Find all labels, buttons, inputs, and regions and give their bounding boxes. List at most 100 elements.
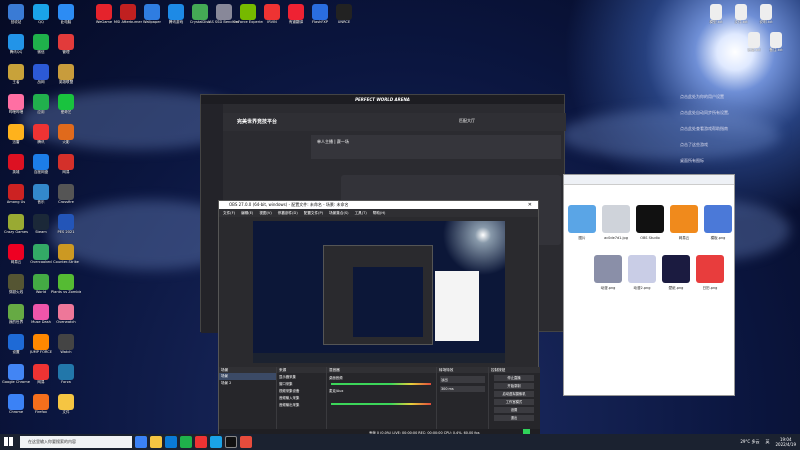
desktop-icon[interactable]: 迅雷: [2, 124, 30, 154]
wechat-icon[interactable]: [180, 436, 192, 448]
desktop-icon[interactable]: 穿越火线: [2, 274, 30, 304]
desktop-file-icon[interactable]: 模型.txt: [702, 4, 730, 34]
file-thumbnail[interactable]: [670, 205, 698, 233]
desktop-icon[interactable]: Firefox: [27, 394, 55, 424]
desktop-icon[interactable]: 腾讯: [27, 124, 55, 154]
scenes-panel[interactable]: 场景 场景 场景 2: [219, 367, 277, 429]
controls-panel[interactable]: 控制按钮 停止直播 开始录制 启动虚拟摄像机 工作室模式 设置 退出: [489, 367, 540, 429]
file-thumbnail[interactable]: [636, 205, 664, 233]
game-room-bar[interactable]: 单人主播 | 赛一场: [311, 135, 561, 159]
transitions-panel[interactable]: 转场特效 淡出 300 ms: [437, 367, 489, 429]
desktop-icon[interactable]: PES 2021: [52, 214, 80, 244]
desktop-icon[interactable]: 管理: [52, 34, 80, 64]
obs-menu-item[interactable]: 帮助(H): [373, 211, 386, 216]
obs-control-button[interactable]: 停止直播: [494, 375, 534, 381]
obs-control-button[interactable]: 工作室模式: [494, 399, 534, 405]
file-explorer-window[interactable]: 图片 ac0de7d1.jpg OBS Studio 网易云 模板.png 动漫.png 动…: [563, 174, 735, 396]
desktop-icon[interactable]: 网易云: [2, 244, 30, 274]
desktop-icon[interactable]: 音乐: [27, 184, 55, 214]
desktop-icon[interactable]: 英雄: [2, 154, 30, 184]
explorer-toolbar[interactable]: [564, 175, 734, 185]
input-language[interactable]: 英: [765, 439, 769, 445]
source-item[interactable]: 窗口采集: [277, 380, 326, 387]
desktop-icon[interactable]: UNRCE: [330, 4, 358, 34]
desktop-icon[interactable]: Plants vs Zombies: [51, 274, 81, 304]
source-item[interactable]: 音频输入采集: [277, 394, 326, 401]
desktop-file-icon[interactable]: 文件.txt: [727, 4, 755, 34]
desktop-icon[interactable]: 微信: [27, 34, 55, 64]
desktop-icon[interactable]: Crossfire: [52, 184, 80, 214]
desktop-icon[interactable]: 英雄联盟: [52, 64, 80, 94]
file-thumbnail[interactable]: [594, 255, 622, 283]
edge-icon[interactable]: [135, 436, 147, 448]
obs-menu-item[interactable]: 文件(F): [223, 211, 235, 216]
scene-item[interactable]: 场景 2: [219, 380, 276, 387]
desktop-icon[interactable]: 哔哩哔哩: [2, 94, 30, 124]
desktop-icon[interactable]: Muse Dash: [27, 304, 55, 334]
desktop-icon[interactable]: Overwatch: [52, 304, 80, 334]
file-thumbnail[interactable]: [696, 255, 724, 283]
obs-menu-item[interactable]: 配置文件(P): [304, 211, 323, 216]
desktop-icon[interactable]: 百度网盘: [27, 154, 55, 184]
obs-menu-item[interactable]: 工具(T): [355, 211, 367, 216]
game-lobby[interactable]: 匹配大厅: [459, 118, 475, 124]
store-icon[interactable]: [165, 436, 177, 448]
transition-duration[interactable]: 300 ms: [440, 386, 485, 392]
taskbar-search-input[interactable]: 在这里输入你要搜索的内容: [20, 436, 132, 448]
obs-taskbar-icon[interactable]: [225, 436, 237, 448]
file-thumbnail[interactable]: [628, 255, 656, 283]
windows-start-icon[interactable]: [4, 437, 13, 446]
obs-menu-item[interactable]: 停靠部件(D): [278, 211, 298, 216]
weather[interactable]: 29°C 多云: [740, 439, 759, 445]
source-item[interactable]: 显示器采集: [277, 373, 326, 380]
sources-panel[interactable]: 来源 显示器采集 窗口采集 视频采集设备 音频输入采集 音频输出采集: [277, 367, 327, 429]
system-tray[interactable]: 29°C 多云 英 19:04 2022/4/19: [740, 434, 796, 450]
desktop-icon[interactable]: 此电脑: [52, 4, 80, 34]
game-taskbar-icon[interactable]: [240, 436, 252, 448]
file-thumbnail[interactable]: [568, 205, 596, 233]
desktop-icon[interactable]: Among Us: [2, 184, 30, 214]
folder-icon[interactable]: [150, 436, 162, 448]
netease-icon[interactable]: [195, 436, 207, 448]
scene-item[interactable]: 场景: [219, 373, 276, 380]
desktop-icon[interactable]: QQ: [27, 4, 55, 34]
desktop-icon[interactable]: 设置: [2, 334, 30, 364]
obs-window[interactable]: OBS 27.0.0 (64-bit, windows) - 配置文件: 未命名…: [218, 200, 540, 437]
obs-control-button[interactable]: 设置: [494, 407, 534, 413]
mixer-panel[interactable]: 混音器 桌面音频 麦克/Aux: [327, 367, 437, 429]
desktop-icon[interactable]: 网易: [27, 364, 55, 394]
transition-type[interactable]: 淡出: [440, 376, 485, 383]
desktop-icon[interactable]: 回收站: [2, 4, 30, 34]
source-item[interactable]: 音频输出采集: [277, 401, 326, 408]
desktop-icon[interactable]: 战网: [27, 64, 55, 94]
desktop-icon[interactable]: 我的世界: [2, 304, 30, 334]
desktop-icon[interactable]: 腾讯QQ: [2, 34, 30, 64]
desktop-icon[interactable]: 王者: [2, 64, 30, 94]
desktop-icon[interactable]: 爱奇艺: [52, 94, 80, 124]
desktop-icon[interactable]: Watch: [52, 334, 80, 364]
desktop-icon[interactable]: Forza: [52, 364, 80, 394]
desktop-icon[interactable]: Crazy Games: [2, 214, 30, 244]
desktop-icon[interactable]: 应用: [27, 94, 55, 124]
desktop-icon[interactable]: 网易: [52, 154, 80, 184]
desktop-icon[interactable]: Chrome: [2, 394, 30, 424]
desktop-icon[interactable]: Google Chrome: [2, 364, 30, 394]
qq-icon[interactable]: [210, 436, 222, 448]
desktop-file-icon[interactable]: 说明.txt: [752, 4, 780, 34]
desktop-icon[interactable]: Overcooked: [27, 244, 55, 274]
obs-preview[interactable]: [253, 221, 505, 363]
file-thumbnail[interactable]: [704, 205, 732, 233]
close-icon[interactable]: ✕: [528, 202, 532, 208]
obs-control-button[interactable]: 退出: [494, 415, 534, 421]
desktop-icon[interactable]: Steam: [27, 214, 55, 244]
file-thumbnail[interactable]: [662, 255, 690, 283]
obs-menu-item[interactable]: 场景集合(S): [329, 211, 348, 216]
file-thumbnail[interactable]: [602, 205, 630, 233]
desktop-icon[interactable]: 火影: [52, 124, 80, 154]
obs-menu-bar[interactable]: 文件(F) 编辑(E) 视图(V) 停靠部件(D) 配置文件(P) 场景集合(S) 工具(T…: [219, 209, 538, 217]
desktop-icon[interactable]: Counter-Strike: [52, 244, 80, 274]
source-item[interactable]: 视频采集设备: [277, 387, 326, 394]
obs-control-button[interactable]: 启动虚拟摄像机: [494, 391, 534, 397]
desktop-icon[interactable]: JUMP FORCE: [27, 334, 55, 364]
desktop-icon[interactable]: 文件: [52, 394, 80, 424]
